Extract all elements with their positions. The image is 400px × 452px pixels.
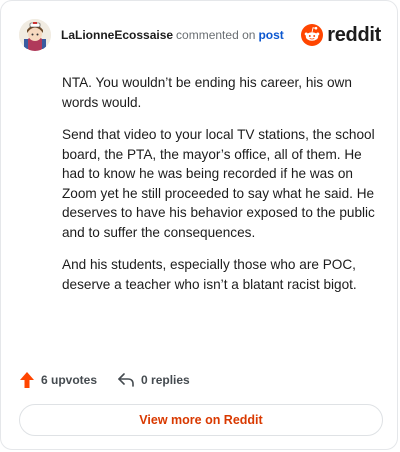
upvote-arrow-icon bbox=[20, 372, 34, 388]
commented-on-text: commented on bbox=[176, 28, 256, 42]
post-link[interactable]: post bbox=[258, 28, 283, 42]
reddit-wordmark: reddit bbox=[327, 23, 381, 46]
reply-count: 0 replies bbox=[141, 373, 190, 387]
comment-body: NTA. You wouldn’t be ending his career, … bbox=[62, 73, 382, 307]
reply-icon bbox=[118, 373, 134, 387]
username[interactable]: LaLionneEcossaise bbox=[61, 28, 173, 42]
comment-paragraph: NTA. You wouldn’t be ending his career, … bbox=[62, 75, 352, 110]
upvote-button[interactable]: 6 upvotes bbox=[19, 371, 97, 389]
comment-header: LaLionneEcossaise commented on post reddit bbox=[19, 17, 381, 53]
byline: LaLionneEcossaise commented on post bbox=[61, 28, 284, 42]
reply-button[interactable]: 0 replies bbox=[117, 372, 190, 388]
view-more-button[interactable]: View more on Reddit bbox=[19, 404, 383, 436]
comment-paragraph: Send that video to your local TV station… bbox=[62, 127, 375, 240]
embed-card: LaLionneEcossaise commented on post reddit… bbox=[0, 0, 398, 450]
reddit-logo[interactable]: reddit bbox=[301, 24, 381, 47]
avatar[interactable] bbox=[19, 19, 51, 51]
comment-actions: 6 upvotes 0 replies bbox=[19, 369, 190, 391]
reddit-snoo-icon bbox=[301, 24, 324, 46]
avatar-icon bbox=[19, 19, 51, 51]
upvote-count: 6 upvotes bbox=[41, 373, 98, 387]
comment-paragraph: And his students, especially those who a… bbox=[62, 257, 357, 292]
view-more-label: View more on Reddit bbox=[139, 413, 263, 427]
